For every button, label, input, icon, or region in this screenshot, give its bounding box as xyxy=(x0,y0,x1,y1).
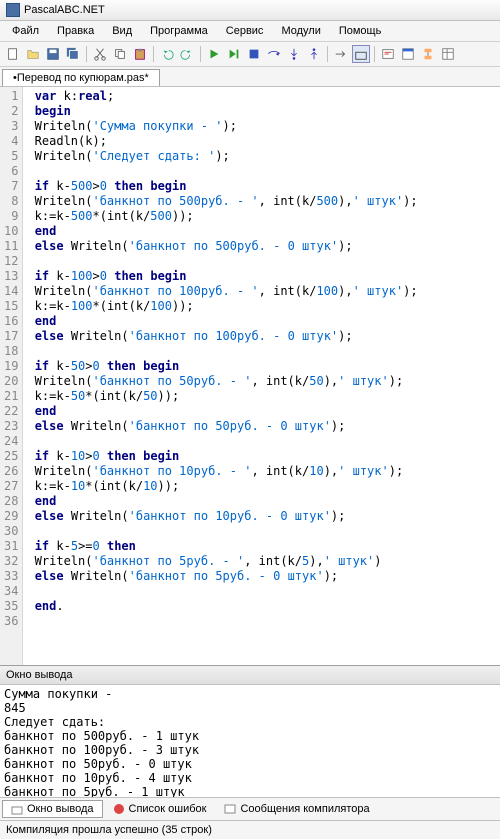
code-area[interactable]: var k:real; begin Writeln('Сумма покупки… xyxy=(23,87,500,665)
error-tab-icon xyxy=(113,803,125,815)
redo-icon[interactable] xyxy=(178,45,196,63)
tab-errors-label: Список ошибок xyxy=(129,803,207,815)
output-panel-title: Окно вывода xyxy=(0,665,500,685)
properties-icon[interactable] xyxy=(439,45,457,63)
output-tab-icon xyxy=(11,803,23,815)
separator xyxy=(153,46,154,62)
menu-help[interactable]: Помощь xyxy=(331,23,390,39)
save-icon[interactable] xyxy=(44,45,62,63)
menu-program[interactable]: Программа xyxy=(142,23,216,39)
open-file-icon[interactable] xyxy=(24,45,42,63)
window-title: PascalABC.NET xyxy=(24,4,105,16)
form-designer-icon[interactable] xyxy=(399,45,417,63)
tab-output[interactable]: Окно вывода xyxy=(2,800,103,818)
run-step-icon[interactable] xyxy=(225,45,243,63)
menu-service[interactable]: Сервис xyxy=(218,23,272,39)
run-icon[interactable] xyxy=(205,45,223,63)
cut-icon[interactable] xyxy=(91,45,109,63)
stop-icon[interactable] xyxy=(245,45,263,63)
intellisense-icon[interactable] xyxy=(379,45,397,63)
paste-icon[interactable] xyxy=(131,45,149,63)
output-panel[interactable]: Сумма покупки - 845 Следует сдать: банкн… xyxy=(0,685,500,797)
status-bar: Компиляция прошла успешно (35 строк) xyxy=(0,820,500,839)
status-text: Компиляция прошла успешно (35 строк) xyxy=(6,824,212,836)
compiler-tab-icon xyxy=(224,803,236,815)
file-tab[interactable]: •Перевод по купюрам.pas* xyxy=(2,69,160,86)
menu-file[interactable]: Файл xyxy=(4,23,47,39)
app-icon xyxy=(6,3,20,17)
undo-icon[interactable] xyxy=(158,45,176,63)
copy-icon[interactable] xyxy=(111,45,129,63)
new-file-icon[interactable] xyxy=(4,45,22,63)
separator xyxy=(86,46,87,62)
separator xyxy=(327,46,328,62)
tab-compiler-label: Сообщения компилятора xyxy=(240,803,369,815)
step-over-icon[interactable] xyxy=(265,45,283,63)
tab-bar: •Перевод по купюрам.pas* xyxy=(0,67,500,86)
save-all-icon[interactable] xyxy=(64,45,82,63)
separator xyxy=(374,46,375,62)
title-bar: PascalABC.NET xyxy=(0,0,500,21)
class-view-icon[interactable] xyxy=(419,45,437,63)
toolbar xyxy=(0,42,500,67)
separator xyxy=(200,46,201,62)
bottom-tabs: Окно вывода Список ошибок Сообщения комп… xyxy=(0,797,500,820)
output-panel-icon[interactable] xyxy=(352,45,370,63)
line-gutter: 1234567891011121314151617181920212223242… xyxy=(0,87,23,665)
tab-compiler[interactable]: Сообщения компилятора xyxy=(216,800,377,818)
menu-bar: Файл Правка Вид Программа Сервис Модули … xyxy=(0,21,500,42)
arrow-icon[interactable] xyxy=(332,45,350,63)
menu-view[interactable]: Вид xyxy=(104,23,140,39)
tab-errors[interactable]: Список ошибок xyxy=(105,800,215,818)
code-editor[interactable]: 1234567891011121314151617181920212223242… xyxy=(0,86,500,665)
menu-modules[interactable]: Модули xyxy=(273,23,328,39)
step-out-icon[interactable] xyxy=(305,45,323,63)
menu-edit[interactable]: Правка xyxy=(49,23,102,39)
tab-output-label: Окно вывода xyxy=(27,803,94,815)
step-into-icon[interactable] xyxy=(285,45,303,63)
